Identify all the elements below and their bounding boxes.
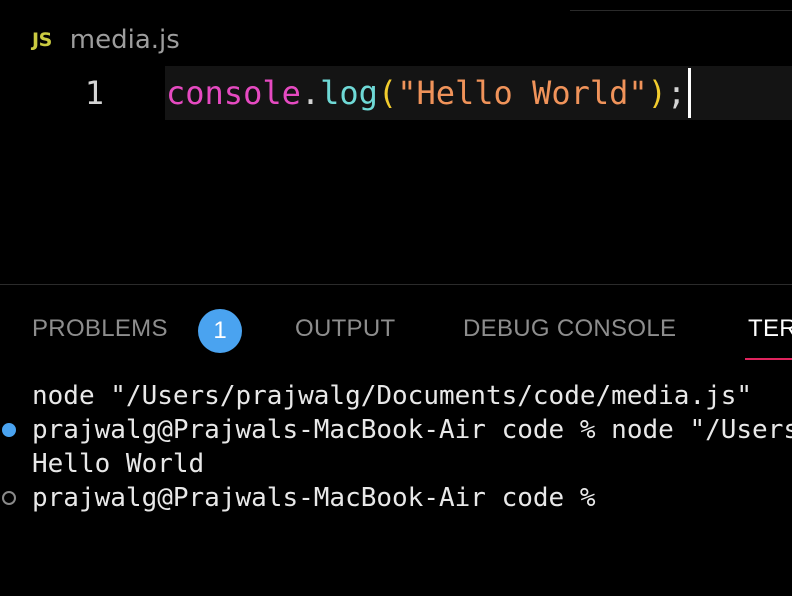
tab-terminal[interactable]: TERMINAL (748, 309, 792, 349)
editor-tab-bar: JS media.js (0, 0, 792, 66)
command-success-dot-icon[interactable] (2, 423, 16, 437)
problems-count-badge: 1 (198, 309, 242, 353)
terminal-line: Hello World (32, 449, 205, 479)
tab-output[interactable]: OUTPUT (295, 309, 395, 349)
bottom-panel: PROBLEMS 1 OUTPUT DEBUG CONSOLE TERMINAL… (0, 284, 792, 596)
vscode-window: JS media.js 1 console.log("Hello World")… (0, 0, 792, 596)
token-close-paren: ) (647, 74, 667, 112)
line-number: 1 (84, 74, 104, 112)
tab-bar-divider (570, 10, 792, 11)
code-editor[interactable]: 1 console.log("Hello World"); (0, 66, 792, 284)
tab-problems[interactable]: PROBLEMS (32, 309, 168, 349)
tab-debug-console[interactable]: DEBUG CONSOLE (463, 309, 676, 349)
active-tab-indicator (745, 358, 792, 360)
terminal-output[interactable]: node "/Users/prajwalg/Documents/code/med… (0, 379, 792, 596)
panel-tab-bar: PROBLEMS 1 OUTPUT DEBUG CONSOLE TERMINAL (0, 285, 792, 373)
tab-title: media.js (69, 25, 180, 55)
javascript-file-icon: JS (32, 29, 52, 51)
token-string: "Hello World" (397, 74, 648, 112)
token-semicolon: ; (666, 74, 687, 112)
token-open-paren: ( (377, 74, 398, 112)
text-cursor (688, 68, 692, 118)
terminal-line: node "/Users/prajwalg/Documents/code/med… (32, 381, 753, 411)
token-log: log (320, 74, 378, 112)
token-console: console (166, 74, 301, 112)
terminal-line: prajwalg@Prajwals-MacBook-Air code % nod… (32, 415, 792, 445)
token-dot: . (300, 74, 321, 112)
terminal-prompt[interactable]: prajwalg@Prajwals-MacBook-Air code % (32, 481, 611, 515)
code-line[interactable]: console.log("Hello World"); (166, 66, 692, 120)
tab-media-js[interactable]: JS media.js (32, 20, 180, 60)
command-pending-dot-icon[interactable] (2, 491, 16, 505)
